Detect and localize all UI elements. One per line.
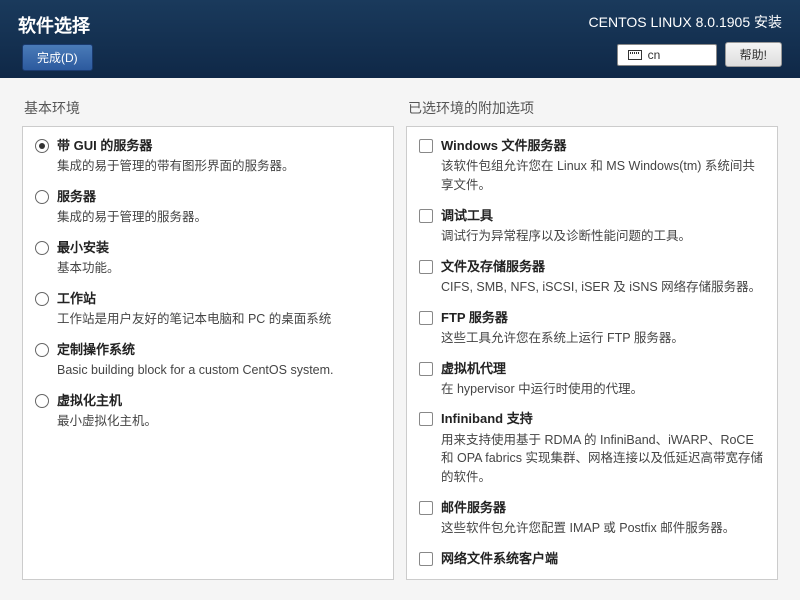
env-option[interactable]: 服务器 集成的易于管理的服务器。 [35, 188, 381, 227]
option-title: 虚拟机代理 [441, 360, 765, 378]
addon-option[interactable]: 虚拟机代理 在 hypervisor 中运行时使用的代理。 [419, 360, 765, 399]
option-title: Windows 文件服务器 [441, 137, 765, 155]
addon-option[interactable]: 邮件服务器 这些软件包允许您配置 IMAP 或 Postfix 邮件服务器。 [419, 499, 765, 538]
content-area: 基本环境 带 GUI 的服务器 集成的易于管理的带有图形界面的服务器。 服务器 … [0, 78, 800, 600]
checkbox-icon[interactable] [419, 311, 433, 325]
option-desc: 该软件包组允许您在 Linux 和 MS Windows(tm) 系统间共享文件… [441, 157, 765, 195]
option-desc: 这些工具允许您在系统上运行 FTP 服务器。 [441, 329, 765, 348]
checkbox-icon[interactable] [419, 412, 433, 426]
option-title: 文件及存储服务器 [441, 258, 765, 276]
checkbox-icon[interactable] [419, 501, 433, 515]
env-option[interactable]: 工作站 工作站是用户友好的笔记本电脑和 PC 的桌面系统 [35, 290, 381, 329]
checkbox-icon[interactable] [419, 552, 433, 566]
option-title: 邮件服务器 [441, 499, 765, 517]
done-button[interactable]: 完成(D) [22, 44, 93, 71]
help-button[interactable]: 帮助! [725, 42, 782, 67]
radio-icon[interactable] [35, 292, 49, 306]
addons-list: Windows 文件服务器 该软件包组允许您在 Linux 和 MS Windo… [406, 126, 778, 580]
keyboard-layout-label: cn [648, 48, 661, 62]
radio-icon[interactable] [35, 394, 49, 408]
option-desc: 最小虚拟化主机。 [57, 412, 381, 431]
addon-option[interactable]: FTP 服务器 这些工具允许您在系统上运行 FTP 服务器。 [419, 309, 765, 348]
option-desc: CIFS, SMB, NFS, iSCSI, iSER 及 iSNS 网络存储服… [441, 278, 765, 297]
installer-header: 软件选择 完成(D) CENTOS LINUX 8.0.1905 安装 cn 帮… [0, 0, 800, 78]
radio-icon[interactable] [35, 241, 49, 255]
radio-icon[interactable] [35, 139, 49, 153]
checkbox-icon[interactable] [419, 139, 433, 153]
option-desc: 集成的易于管理的带有图形界面的服务器。 [57, 157, 381, 176]
option-desc: 工作站是用户友好的笔记本电脑和 PC 的桌面系统 [57, 310, 381, 329]
radio-icon[interactable] [35, 343, 49, 357]
env-option[interactable]: 定制操作系统 Basic building block for a custom… [35, 341, 381, 380]
checkbox-icon[interactable] [419, 260, 433, 274]
option-title: 工作站 [57, 290, 381, 308]
option-desc: Basic building block for a custom CentOS… [57, 361, 381, 380]
radio-icon[interactable] [35, 190, 49, 204]
checkbox-icon[interactable] [419, 362, 433, 376]
base-environment-heading: 基本环境 [22, 98, 394, 118]
addon-option[interactable]: 网络文件系统客户端 [419, 550, 765, 569]
option-desc: 用来支持使用基于 RDMA 的 InfiniBand、iWARP、RoCE 和 … [441, 431, 765, 487]
addon-option[interactable]: Windows 文件服务器 该软件包组允许您在 Linux 和 MS Windo… [419, 137, 765, 195]
option-title: 网络文件系统客户端 [441, 550, 765, 568]
addon-option[interactable]: 调试工具 调试行为异常程序以及诊断性能问题的工具。 [419, 207, 765, 246]
keyboard-layout-selector[interactable]: cn [617, 44, 717, 66]
option-title: 最小安装 [57, 239, 381, 257]
env-option[interactable]: 最小安装 基本功能。 [35, 239, 381, 278]
option-title: FTP 服务器 [441, 309, 765, 327]
addon-option[interactable]: 文件及存储服务器 CIFS, SMB, NFS, iSCSI, iSER 及 i… [419, 258, 765, 297]
option-title: 服务器 [57, 188, 381, 206]
option-title: Infiniband 支持 [441, 410, 765, 428]
env-option[interactable]: 虚拟化主机 最小虚拟化主机。 [35, 392, 381, 431]
addons-heading: 已选环境的附加选项 [406, 98, 778, 118]
addon-option[interactable]: Infiniband 支持 用来支持使用基于 RDMA 的 InfiniBand… [419, 410, 765, 486]
keyboard-icon [628, 50, 642, 60]
base-environment-column: 基本环境 带 GUI 的服务器 集成的易于管理的带有图形界面的服务器。 服务器 … [22, 98, 394, 580]
option-desc: 调试行为异常程序以及诊断性能问题的工具。 [441, 227, 765, 246]
option-title: 调试工具 [441, 207, 765, 225]
option-title: 带 GUI 的服务器 [57, 137, 381, 155]
option-title: 虚拟化主机 [57, 392, 381, 410]
option-desc: 这些软件包允许您配置 IMAP 或 Postfix 邮件服务器。 [441, 519, 765, 538]
env-option[interactable]: 带 GUI 的服务器 集成的易于管理的带有图形界面的服务器。 [35, 137, 381, 176]
option-desc: 基本功能。 [57, 259, 381, 278]
addons-column: 已选环境的附加选项 Windows 文件服务器 该软件包组允许您在 Linux … [406, 98, 778, 580]
option-desc: 集成的易于管理的服务器。 [57, 208, 381, 227]
option-title: 定制操作系统 [57, 341, 381, 359]
base-environment-list: 带 GUI 的服务器 集成的易于管理的带有图形界面的服务器。 服务器 集成的易于… [22, 126, 394, 580]
install-version-label: CENTOS LINUX 8.0.1905 安装 [589, 12, 782, 32]
option-desc: 在 hypervisor 中运行时使用的代理。 [441, 380, 765, 399]
checkbox-icon[interactable] [419, 209, 433, 223]
